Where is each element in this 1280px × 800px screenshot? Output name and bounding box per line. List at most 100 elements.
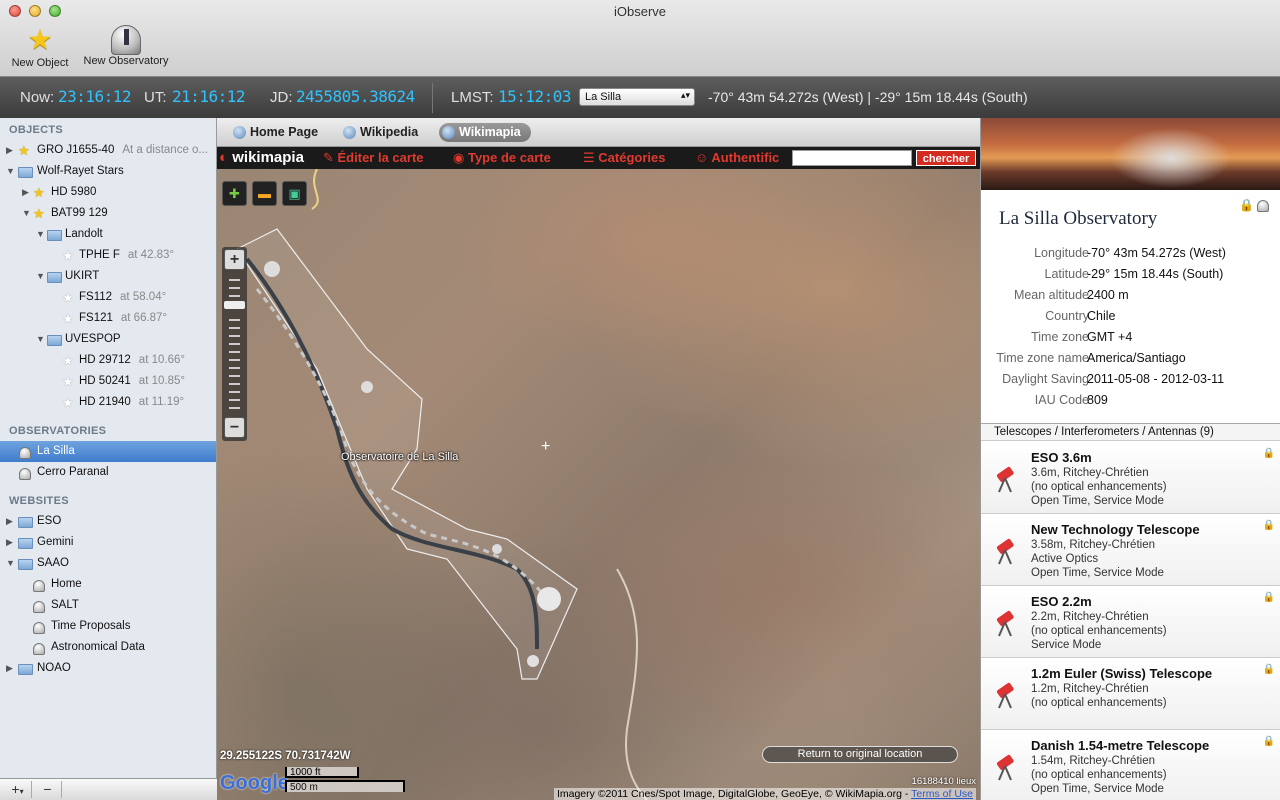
lock-icon[interactable]: 🔒 (1263, 736, 1275, 747)
ruler-icon[interactable]: ▬ (252, 181, 277, 206)
telescope-item[interactable]: ESO 3.6m 3.6m, Ritchey-Chrétien (no opti… (981, 442, 1280, 514)
new-observatory-button[interactable]: New Observatory (78, 25, 174, 67)
star-icon: ★ (18, 143, 30, 158)
object-group[interactable]: ▼ UVESPOP (0, 329, 216, 350)
disclosure-right-icon[interactable]: ▶ (6, 140, 13, 161)
object-item[interactable]: ▼ ★ BAT99 129 (0, 203, 216, 224)
categories-link[interactable]: ☰ Catégories (583, 150, 665, 166)
globe-icon (442, 126, 455, 139)
observatory-info: 🔒 La Silla Observatory Longitude -70° 43m… (981, 190, 1280, 426)
object-item[interactable]: ▶ ★ GRO J1655-40 At a distance o... (0, 140, 216, 161)
object-label: HD 21940 (79, 396, 131, 408)
object-sub: At a distance o... (122, 144, 209, 156)
edit-map-link[interactable]: ✎ Éditer la carte (323, 150, 424, 166)
satellite-map[interactable]: ✚ ▬ ▣ + − Observatoire de La Silla + 29.… (217, 169, 980, 800)
terms-of-use-link[interactable]: Terms of Use (911, 788, 973, 800)
disclosure-right-icon[interactable]: ▶ (6, 511, 13, 532)
remove-button[interactable]: − (34, 781, 62, 798)
search-input[interactable] (792, 150, 912, 166)
object-sub: at 10.85° (138, 375, 185, 387)
star-outline-icon: ★ (62, 248, 74, 263)
disclosure-down-icon[interactable]: ▼ (6, 161, 15, 182)
authenticate-link[interactable]: ☺ Authentific (695, 150, 779, 165)
object-sub: at 58.04° (120, 291, 167, 303)
object-label: UVESPOP (65, 333, 121, 345)
zoom-out-button[interactable]: − (224, 417, 245, 438)
website-item[interactable]: Astronomical Data (0, 637, 216, 658)
add-button[interactable]: +▾ (4, 781, 32, 798)
disclosure-down-icon[interactable]: ▼ (36, 224, 45, 245)
observatory-dome-icon[interactable] (1257, 198, 1269, 212)
field-latitude: Latitude -29° 15m 18.44s (South) (1044, 267, 1224, 281)
observatory-item-cerro-paranal[interactable]: Cerro Paranal (0, 462, 216, 483)
telescope-item[interactable]: Danish 1.54-metre Telescope 1.54m, Ritch… (981, 730, 1280, 800)
object-group[interactable]: ▼ Wolf-Rayet Stars (0, 161, 216, 182)
tab-wikimapia[interactable]: Wikimapia (439, 123, 531, 142)
add-place-icon[interactable]: ✚ (222, 181, 247, 206)
object-item[interactable]: ★ HD 50241 at 10.85° (0, 371, 216, 392)
site-select[interactable]: La Silla ▴▾ (579, 88, 695, 106)
website-group[interactable]: ▶ NOAO (0, 658, 216, 679)
object-item[interactable]: ★ HD 29712 at 10.66° (0, 350, 216, 371)
tab-home-page[interactable]: Home Page (230, 123, 318, 142)
sidebar: OBJECTS ▶ ★ GRO J1655-40 At a distance o.… (0, 118, 217, 800)
websites-header: WEBSITES (9, 495, 69, 507)
star-outline-icon: ★ (62, 395, 74, 410)
object-label: HD 50241 (79, 375, 131, 387)
observatories-header: OBSERVATORIES (9, 425, 107, 437)
lock-icon[interactable]: 🔒 (1263, 664, 1275, 675)
disclosure-down-icon[interactable]: ▼ (6, 553, 15, 574)
website-group[interactable]: ▼ SAAO (0, 553, 216, 574)
website-group[interactable]: ▶ Gemini (0, 532, 216, 553)
website-item[interactable]: Time Proposals (0, 616, 216, 637)
object-sub: at 11.19° (138, 396, 185, 408)
layers-icon[interactable]: ▣ (282, 181, 307, 206)
map-type-link[interactable]: ◉ Type de carte (453, 150, 551, 166)
telescope-spec: 3.6m, Ritchey-Chrétien (1031, 467, 1149, 479)
return-original-location-button[interactable]: Return to original location (762, 746, 958, 763)
disclosure-down-icon[interactable]: ▼ (36, 329, 45, 350)
lock-icon[interactable]: 🔒 (1263, 592, 1275, 603)
telescope-item[interactable]: New Technology Telescope 3.58m, Ritchey-… (981, 514, 1280, 586)
places-count: 16188410 lieux (911, 776, 976, 787)
zoom-in-button[interactable]: + (224, 249, 245, 270)
object-item[interactable]: ★ FS121 at 66.87° (0, 308, 216, 329)
scale-feet: 1000 ft (285, 767, 359, 778)
zoom-control[interactable]: + − (222, 247, 247, 441)
website-item[interactable]: Home (0, 574, 216, 595)
disclosure-down-icon[interactable]: ▼ (36, 266, 45, 287)
website-item[interactable]: SALT (0, 595, 216, 616)
object-item[interactable]: ▶ ★ HD 5980 (0, 182, 216, 203)
cursor-coordinates: 29.255122S 70.731742W (220, 750, 351, 762)
web-page-icon (33, 616, 45, 637)
zoom-slider-thumb[interactable] (224, 301, 245, 309)
tab-wikipedia[interactable]: Wikipedia (340, 123, 418, 142)
map-place-label[interactable]: Observatoire de La Silla (341, 451, 458, 463)
object-item[interactable]: ★ TPHE F at 42.83° (0, 245, 216, 266)
object-item[interactable]: ★ HD 21940 at 11.19° (0, 392, 216, 413)
folder-icon (18, 511, 33, 532)
disclosure-right-icon[interactable]: ▶ (6, 658, 13, 679)
new-object-button[interactable]: ★ New Object (6, 25, 74, 70)
lock-icon[interactable]: 🔒 (1263, 520, 1275, 531)
disclosure-right-icon[interactable]: ▶ (6, 532, 13, 553)
telescope-item[interactable]: ESO 2.2m 2.2m, Ritchey-Chrétien (no opti… (981, 586, 1280, 658)
disclosure-right-icon[interactable]: ▶ (22, 182, 29, 203)
object-group[interactable]: ▼ UKIRT (0, 266, 216, 287)
object-group[interactable]: ▼ Landolt (0, 224, 216, 245)
search-button[interactable]: chercher (916, 150, 976, 166)
disclosure-down-icon[interactable]: ▼ (22, 203, 31, 224)
object-label: FS121 (79, 312, 113, 324)
object-item[interactable]: ★ FS112 at 58.04° (0, 287, 216, 308)
telescope-item[interactable]: 1.2m Euler (Swiss) Telescope 1.2m, Ritch… (981, 658, 1280, 730)
lock-icon[interactable]: 🔒 (1239, 198, 1254, 212)
lock-icon[interactable]: 🔒 (1263, 448, 1275, 459)
object-label: HD 29712 (79, 354, 131, 366)
wikimapia-logo[interactable]: ◐ wikimapia (219, 149, 304, 166)
jd-label: JD: (270, 89, 293, 106)
website-group[interactable]: ▶ ESO (0, 511, 216, 532)
telescope-name: New Technology Telescope (1031, 522, 1200, 537)
star-outline-icon: ★ (62, 353, 74, 368)
telescope-modes: Open Time, Service Mode (1031, 783, 1164, 795)
observatory-item-la-silla[interactable]: La Silla (0, 441, 216, 462)
